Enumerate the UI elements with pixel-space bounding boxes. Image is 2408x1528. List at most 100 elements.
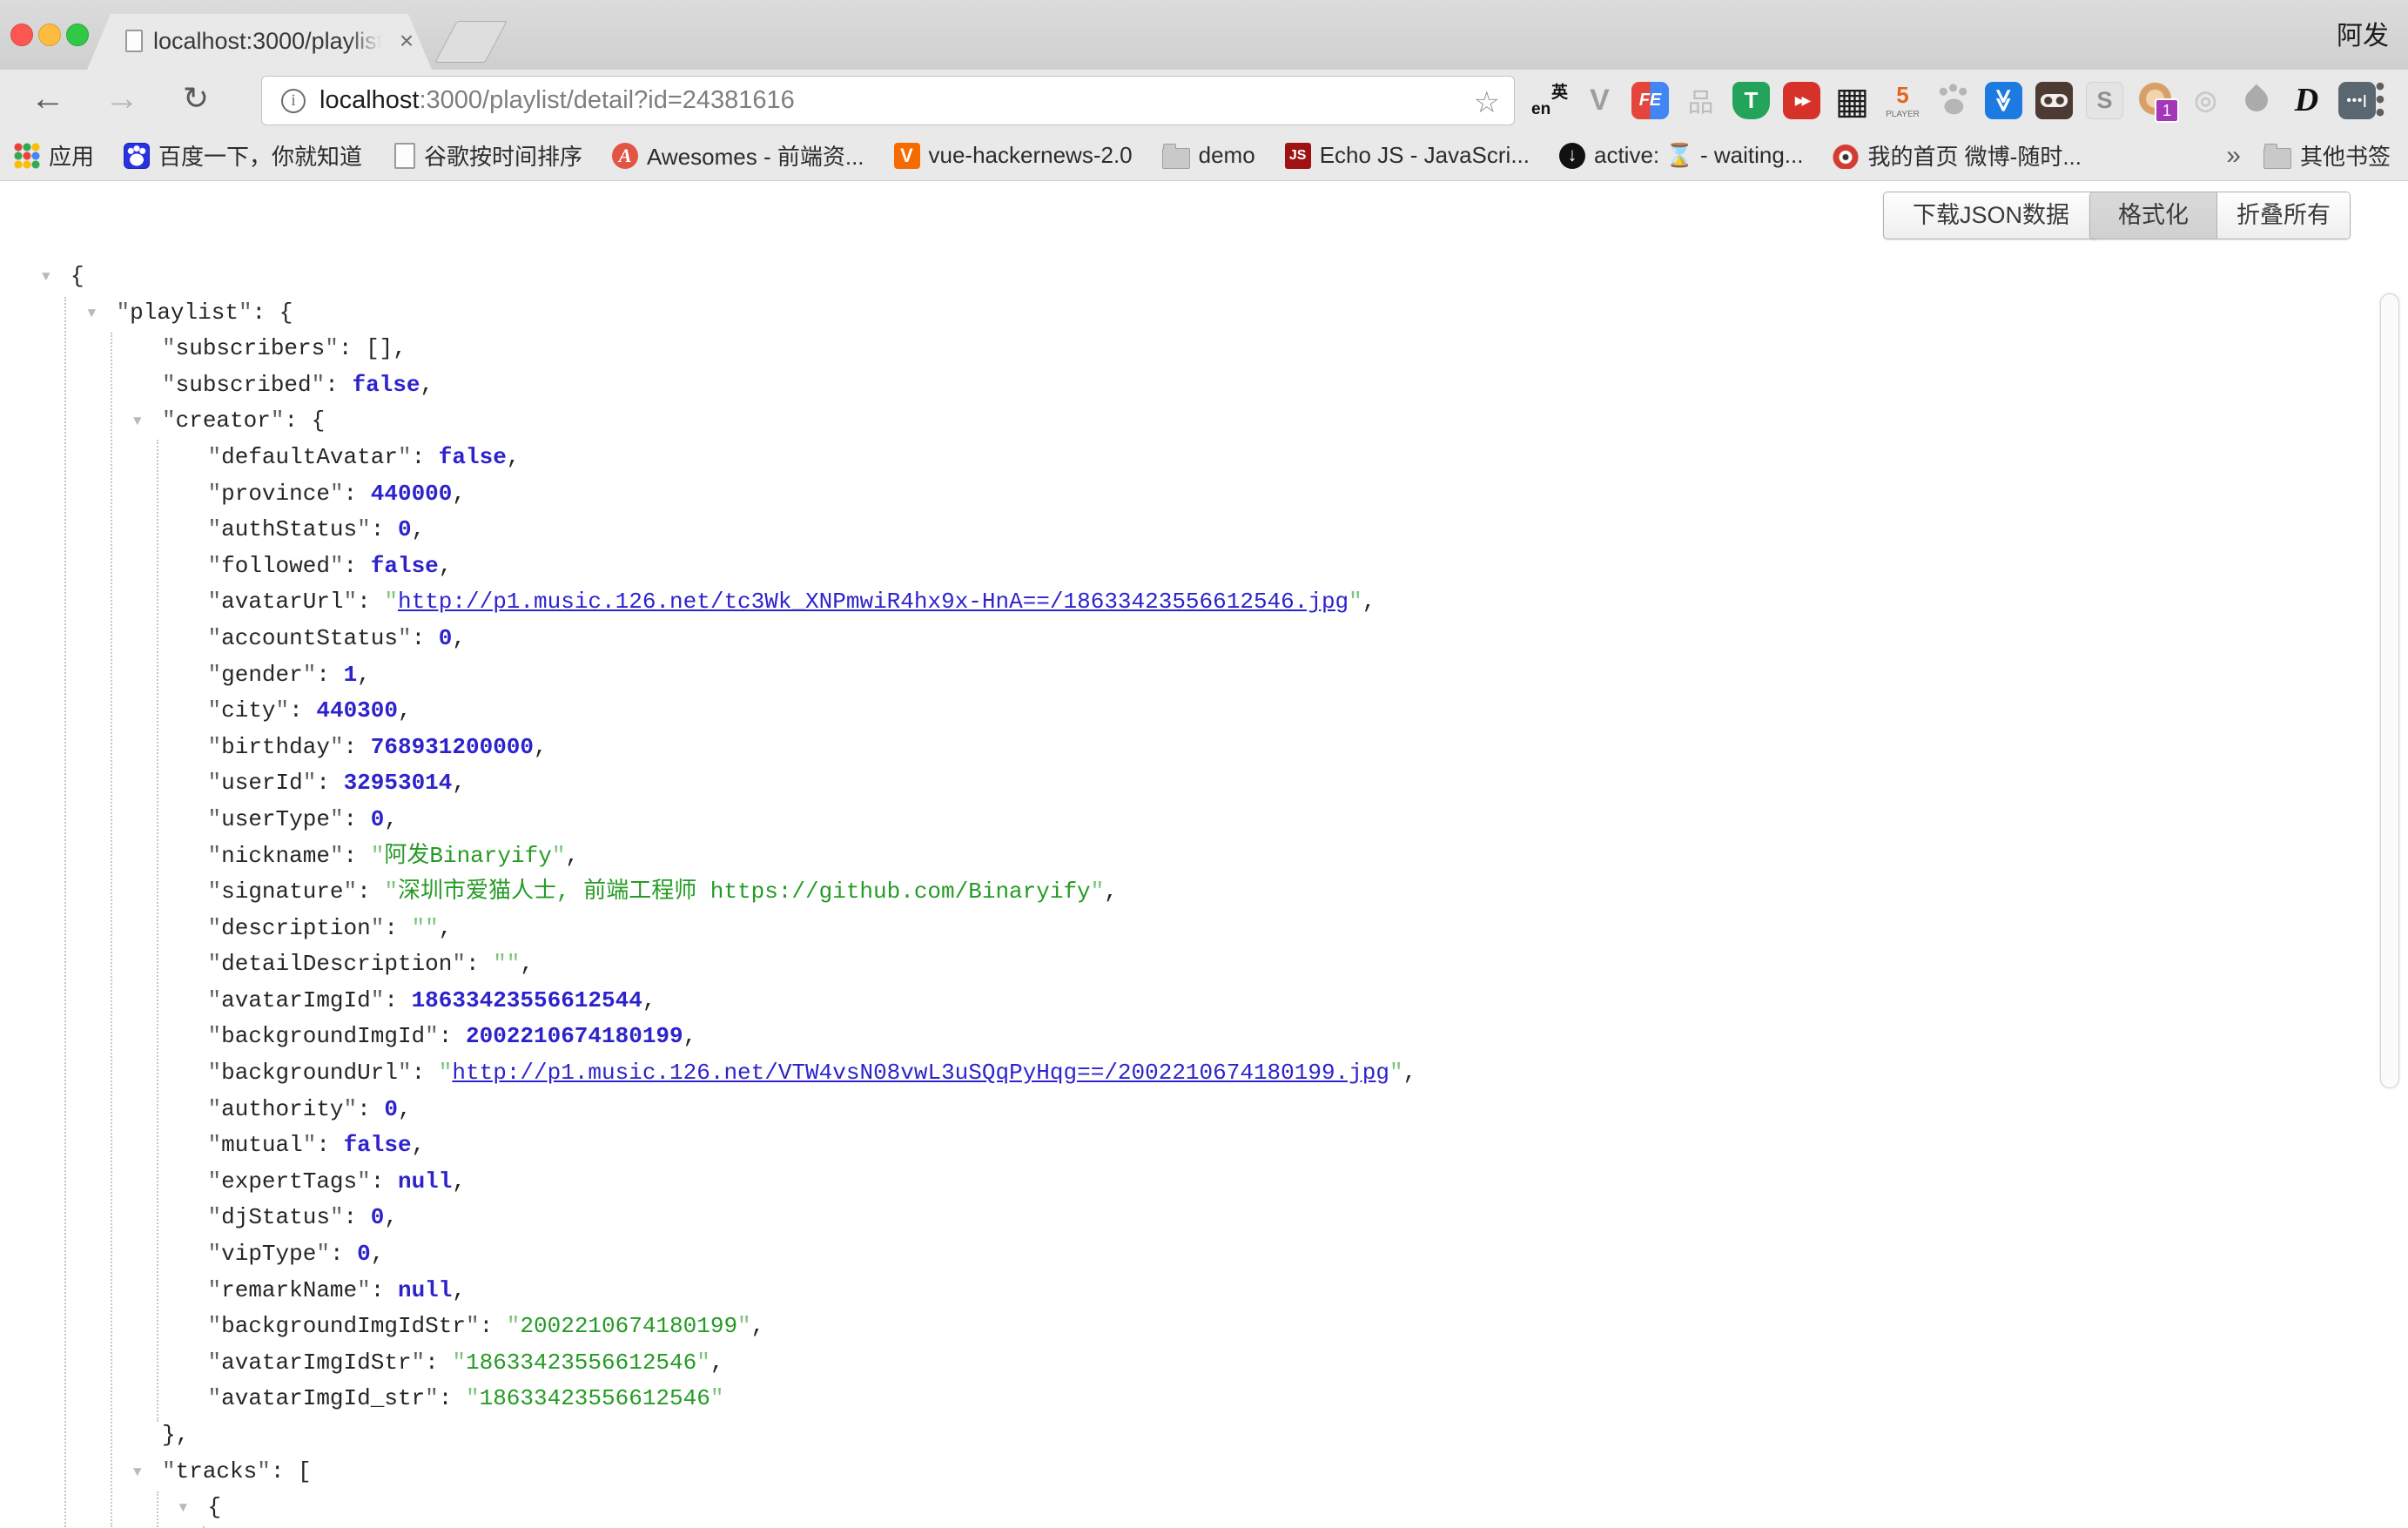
json-segment: : [357, 589, 384, 615]
collapse-triangle-icon[interactable]: ▼ [42, 259, 50, 296]
bookmarks-bar: 应用百度一下，你就知道谷歌按时间排序 AAwesomes - 前端资... Vvue… [0, 131, 2408, 181]
json-segment: signature [221, 878, 343, 905]
monkey-icon[interactable] [2136, 82, 2174, 119]
collapse-triangle-icon[interactable]: ▼ [88, 296, 97, 333]
vue-devtools-icon[interactable] [1581, 82, 1618, 119]
json-segment: remarkName [221, 1277, 357, 1303]
d-extension-icon[interactable] [2288, 82, 2325, 119]
video-speed-icon[interactable] [1783, 82, 1820, 119]
json-segment: , [452, 1277, 466, 1303]
json-segment: " [344, 1096, 358, 1122]
json-segment: : [316, 770, 343, 796]
qr-code-icon[interactable] [1833, 82, 1871, 119]
json-segment: 0 [371, 1204, 385, 1230]
bookmark-item[interactable]: 谷歌按时间排序 [392, 139, 582, 172]
collapse-triangle-icon[interactable]: ▼ [133, 1455, 142, 1491]
profile-name[interactable]: 阿发 [2337, 14, 2389, 52]
bookmarks-overflow-icon[interactable]: » [2226, 141, 2241, 171]
json-segment: " [208, 1204, 222, 1230]
json-segment: " [316, 1241, 330, 1267]
json-segment: : { [252, 300, 293, 326]
url-text[interactable]: localhost:3000/playlist/detail?id=243816… [319, 86, 795, 115]
json-segment: " [412, 1350, 426, 1376]
json-row: "defaultAvatar": false, [0, 440, 2385, 476]
json-segment: " [330, 806, 344, 832]
bookmark-item[interactable]: 百度一下，你就知道 [124, 139, 362, 172]
json-row: "description": "", [0, 911, 2385, 947]
json-segment: , [683, 1023, 697, 1049]
json-segment: " [276, 697, 290, 724]
json-segment: " [208, 697, 222, 724]
other-bookmarks-folder[interactable]: 其他书签 [2263, 139, 2391, 172]
json-link[interactable]: http://p1.music.126.net/VTW4vsN08vwL3uSQ… [452, 1060, 1389, 1086]
collapse-triangle-icon[interactable]: ▼ [133, 404, 142, 441]
collapse-all-button[interactable]: 折叠所有 [2217, 192, 2350, 239]
new-tab-button[interactable] [434, 21, 508, 63]
json-segment: 0 [398, 516, 412, 542]
window-minimize-button[interactable] [38, 24, 61, 46]
sitemap-icon[interactable] [1682, 82, 1719, 119]
json-segment: playlist [130, 300, 239, 326]
json-segment: tracks [176, 1458, 258, 1484]
browser-tab[interactable]: localhost:3000/playlist/detail?i × [87, 14, 432, 70]
json-segment: : [344, 734, 371, 760]
bookmark-item[interactable]: ↓active: ⌛ - waiting... [1559, 142, 1803, 169]
json-segment: " [398, 1060, 412, 1086]
translate-icon[interactable] [1530, 82, 1568, 119]
bookmark-item[interactable]: 应用 [14, 139, 94, 172]
json-segment: , [384, 806, 398, 832]
json-segment: " [452, 1350, 466, 1376]
paw-icon[interactable] [1934, 82, 1972, 119]
json-segment: " [696, 1350, 710, 1376]
json-link[interactable]: http://p1.music.126.net/tc3Wk_XNPmwiR4hx… [398, 589, 1349, 615]
bookmark-item[interactable]: AAwesomes - 前端资... [612, 139, 864, 172]
json-segment: followed [221, 553, 330, 579]
json-segment: false [439, 444, 507, 470]
back-icon[interactable]: ← [22, 70, 74, 131]
json-segment: : [466, 951, 493, 977]
json-segment: false [371, 553, 439, 579]
json-segment: , [1104, 878, 1118, 905]
url-rest: :3000/playlist/detail?id=24381616 [419, 86, 794, 114]
json-segment: " [344, 589, 358, 615]
s-extension-icon[interactable] [2086, 82, 2123, 119]
weibo-notify-icon[interactable] [2187, 82, 2224, 119]
window-maximize-button[interactable] [66, 24, 89, 46]
window-close-button[interactable] [10, 24, 33, 46]
hummingbird-icon[interactable] [2237, 82, 2275, 119]
tab-close-icon[interactable]: × [393, 28, 420, 54]
scrollbar-thumb[interactable] [2380, 293, 2399, 1088]
json-segment: nickname [221, 843, 330, 869]
bookmark-item[interactable]: JSEcho JS - JavaScri... [1285, 142, 1530, 169]
json-segment: : [384, 915, 411, 941]
h5player-icon[interactable] [1884, 82, 1921, 119]
json-row: "avatarImgIdStr": "18633423556612546", [0, 1345, 2385, 1382]
shield-t-icon[interactable] [1732, 82, 1770, 119]
bookmark-star-icon[interactable]: ☆ [1474, 85, 1500, 120]
browser-menu-icon[interactable]: ••• [2363, 80, 2398, 120]
json-segment: " [552, 843, 566, 869]
json-segment: false [352, 372, 420, 398]
address-bar[interactable]: i localhost:3000/playlist/detail?id=2438… [261, 76, 1515, 125]
json-segment: " [208, 553, 222, 579]
json-segment: : [344, 1204, 371, 1230]
download-json-button[interactable]: 下载JSON数据 [1883, 192, 2099, 239]
info-icon[interactable]: i [281, 89, 306, 113]
json-row: "djStatus": 0, [0, 1200, 2385, 1236]
fatkun-download-icon[interactable] [1985, 82, 2022, 119]
reload-icon[interactable]: ↻ [170, 70, 222, 131]
json-segment: description [221, 915, 371, 941]
json-segment: , [412, 516, 426, 542]
fe-helper-icon[interactable] [1631, 82, 1669, 119]
format-button[interactable]: 格式化 [2090, 192, 2217, 239]
json-segment: , [710, 1350, 724, 1376]
bookmark-item[interactable]: demo [1162, 142, 1255, 169]
collapse-triangle-icon[interactable]: ▼ [179, 1491, 188, 1527]
json-segment: : [371, 1168, 398, 1195]
json-segment: : [412, 444, 439, 470]
bookmark-item[interactable]: 我的首页 微博-随时... [1833, 139, 2082, 172]
bookmark-label: Awesomes - 前端资... [647, 139, 864, 172]
bookmark-item[interactable]: Vvue-hackernews-2.0 [894, 142, 1133, 169]
mask-proxy-icon[interactable] [2035, 82, 2073, 119]
json-segment: " [303, 770, 317, 796]
